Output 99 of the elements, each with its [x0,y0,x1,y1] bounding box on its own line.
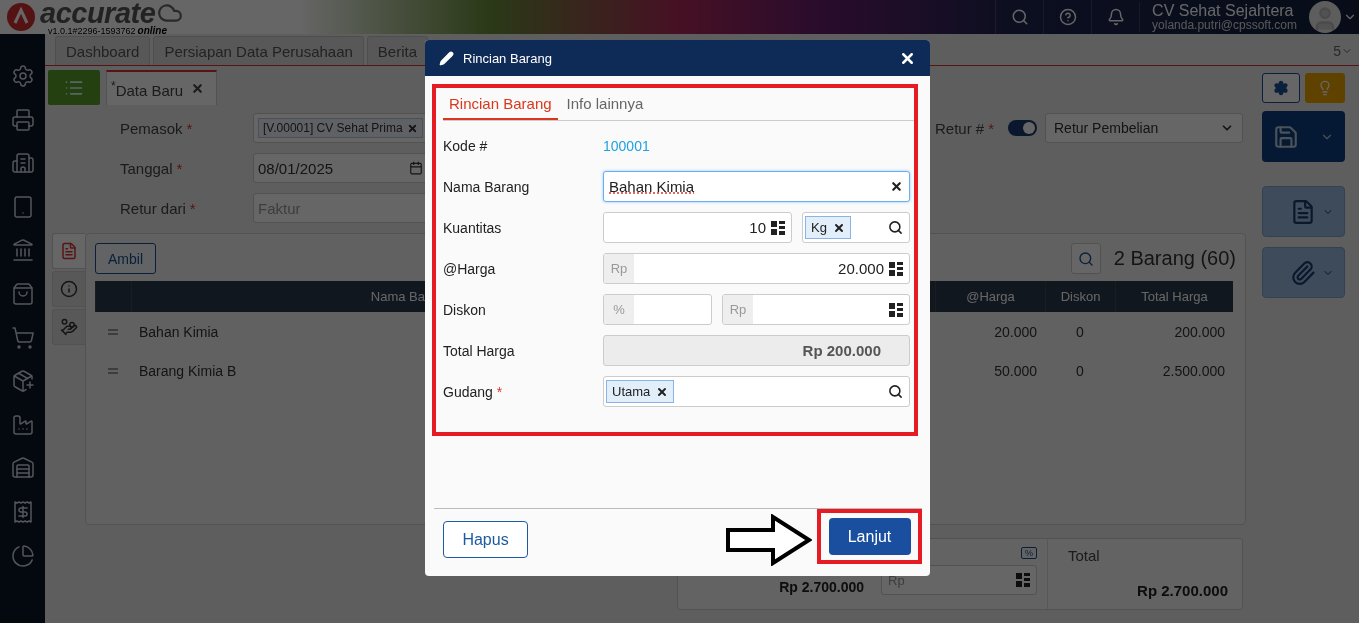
money-icon [60,318,78,336]
logo-subtitle: online [137,26,168,36]
version-text: v1.0.1#2296-1593762 [48,27,136,36]
settings-button[interactable] [1262,72,1300,103]
document-icon[interactable] [1290,198,1316,225]
drag-handle-icon[interactable] [108,328,118,335]
unit-field[interactable]: Kg [802,212,910,243]
user-email: yolanda.putri@cpssoft.com [1152,19,1297,32]
column-header: Diskon [1045,281,1115,312]
field-label: @Harga [443,260,497,277]
calculator-icon[interactable] [771,220,785,235]
table-cell-text: 20.000 [993,322,1038,342]
dialog-tab[interactable]: Info lainnya [560,88,650,120]
pencil-icon [439,50,454,66]
field-label: Retur # * [934,119,994,137]
pie-chart-icon[interactable] [10,543,35,568]
return-type-select[interactable]: Retur Pembelian [1045,113,1243,143]
side-tab[interactable] [52,233,85,269]
side-tab[interactable] [52,309,85,345]
table-cell-text: Barang Kimia B [138,361,238,381]
table-cell-text: 0 [1075,322,1085,342]
search-icon[interactable] [888,384,903,399]
logo-text: accurate [40,0,156,26]
warehouse-icon[interactable] [10,456,35,481]
search-icon[interactable] [888,220,903,235]
price-field[interactable]: Rp 20.000 [603,253,910,284]
table-cell-text: 50.000 [993,361,1038,381]
package-icon[interactable] [10,369,35,394]
logo-icon [6,2,36,32]
lightbulb-icon[interactable] [1317,79,1333,96]
warehouse-field[interactable]: Utama [603,376,910,407]
supplier-field[interactable]: [V.00001] CV Sehat Prima [253,113,428,143]
subtotal-amount: Rp 2.700.000 [779,579,864,595]
table-cell-text: Bahan Kimia [138,322,220,342]
help-icon[interactable] [1058,8,1077,26]
discount-percent-field[interactable]: % [603,294,712,325]
search-button[interactable] [1070,243,1101,274]
document-icon [60,242,78,260]
factory-icon[interactable] [10,412,35,437]
clear-icon[interactable] [890,180,903,193]
column-header: Nama Ba [131,281,425,312]
cart-icon[interactable] [10,325,35,350]
field-label: Tanggal * [120,159,184,177]
document-button[interactable] [1262,186,1345,237]
field-label: Retur dari * [120,199,197,217]
field-label: Pemasok * [120,119,194,137]
percent-toggle[interactable]: % [1021,547,1037,559]
quantity-field[interactable]: 10 [603,212,792,243]
table-cell-text: 0 [1075,361,1085,381]
field-label: Gudang * [443,383,504,400]
item-code: 100001 [603,137,651,154]
bank-icon[interactable] [10,238,35,263]
close-icon[interactable] [191,82,205,95]
total-amount: Rp 2.700.000 [1137,582,1228,599]
attachment-button[interactable] [1262,247,1345,298]
table-header [95,281,131,312]
delete-button[interactable]: Hapus [443,521,528,558]
side-tab[interactable] [52,271,85,307]
column-header: @Harga [935,281,1045,312]
calendar-icon[interactable] [409,161,423,175]
drag-handle-icon[interactable] [108,367,118,374]
bell-icon[interactable] [1106,8,1125,26]
save-button[interactable] [1262,111,1345,162]
fetch-button[interactable]: Ambil [95,243,156,274]
table-cell-text: 200.000 [1173,322,1226,342]
company-name: CV Sehat Sejahtera [1152,2,1294,19]
printer-icon[interactable] [10,107,35,132]
field-label: Kode # [443,137,489,154]
discount-amount-field[interactable]: Rp [722,294,910,325]
calculator-icon[interactable] [889,302,903,317]
remove-icon[interactable] [832,221,845,234]
field-label: Diskon [443,301,487,318]
field-label: Nama Barang [443,178,531,195]
dialog-tab[interactable]: Rincian Barang [443,88,558,120]
tips-button[interactable] [1305,72,1345,103]
total-price-field: Rp 200.000 [603,335,910,366]
list-button[interactable] [48,70,100,105]
building-icon[interactable] [10,151,35,176]
field-label: Total Harga [443,342,516,359]
info-icon [60,280,78,298]
shopping-bag-icon[interactable] [10,281,35,306]
document-tab[interactable]: $^{*}$Data Baru [106,70,218,105]
field-label: Kuantitas [443,219,503,236]
item-name-field[interactable]: Bahan Kimia [603,171,910,202]
next-button[interactable]: Lanjut [828,518,911,555]
item-count: 2 Barang (60) [1113,247,1236,270]
auto-number-toggle[interactable] [1008,120,1037,136]
total-label: Total [1068,547,1101,564]
settings-icon[interactable] [1273,79,1289,96]
date-field[interactable]: 08/01/2025 [253,153,428,183]
table-cell-text: 2.500.000 [1161,361,1226,381]
column-header: Total Harga [1115,281,1233,312]
calculator-icon[interactable] [889,261,903,276]
avatar[interactable] [1309,1,1341,33]
dialog-title: Rincian Barang [463,50,552,66]
gear-icon[interactable] [10,64,35,88]
save-icon[interactable] [1272,123,1299,150]
paperclip-icon[interactable] [1290,259,1316,286]
remove-icon[interactable] [656,385,669,398]
